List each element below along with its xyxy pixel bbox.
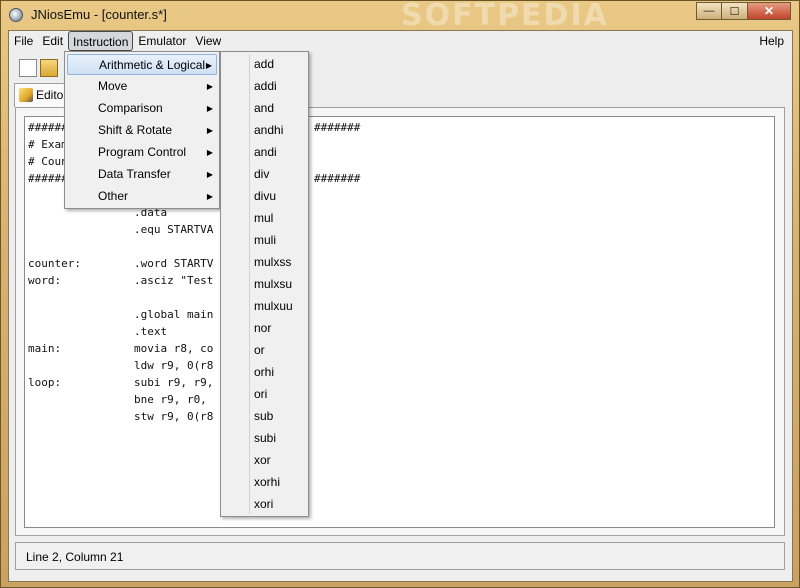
code-line: ####### — [314, 121, 361, 134]
instr-or[interactable]: or — [254, 339, 265, 361]
instr-xori[interactable]: xori — [254, 493, 273, 515]
menu-item-label: Shift & Rotate — [98, 123, 173, 137]
menu-item-data-transfer[interactable]: Data Transfer ▶ — [67, 164, 217, 185]
submenu-arrow-icon: ▶ — [206, 170, 213, 179]
code-line: ####### — [314, 172, 361, 185]
submenu-separator — [249, 54, 250, 514]
maximize-button[interactable]: ☐ — [722, 2, 747, 20]
code-line: stw r9, 0(r8 — [28, 410, 214, 423]
instr-add[interactable]: add — [254, 53, 274, 75]
submenu-arrow-icon: ▶ — [206, 82, 213, 91]
code-line: .text — [28, 325, 168, 338]
instr-divu[interactable]: divu — [254, 185, 276, 207]
submenu-arrow-icon: ▶ — [206, 104, 213, 113]
menu-file[interactable]: File — [10, 31, 37, 51]
instr-andhi[interactable]: andhi — [254, 119, 283, 141]
code-line: # Coun — [28, 155, 68, 168]
instr-sub[interactable]: sub — [254, 405, 273, 427]
code-line: main: movia r8, co — [28, 342, 214, 355]
instr-subi[interactable]: subi — [254, 427, 276, 449]
menu-item-label: Arithmetic & Logical — [99, 58, 206, 72]
menu-item-move[interactable]: Move ▶ — [67, 76, 217, 97]
submenu-arrow-icon: ▶ — [206, 148, 213, 157]
submenu-arrow-icon: ▶ — [206, 192, 213, 201]
code-line: word: .asciz "Test — [28, 274, 214, 287]
minimize-button[interactable]: — — [696, 2, 722, 20]
status-bar: Line 2, Column 21 — [15, 542, 785, 570]
menu-item-other[interactable]: Other ▶ — [67, 186, 217, 207]
close-icon: ✕ — [763, 4, 775, 18]
instr-div[interactable]: div — [254, 163, 269, 185]
menu-item-shift-rotate[interactable]: Shift & Rotate ▶ — [67, 120, 217, 141]
maximize-icon: ☐ — [729, 5, 740, 18]
code-line: counter: .word STARTV — [28, 257, 214, 270]
menu-item-label: Other — [98, 189, 129, 203]
instr-andi[interactable]: andi — [254, 141, 277, 163]
code-line: ###### — [28, 121, 68, 134]
instr-mulxss[interactable]: mulxss — [254, 251, 291, 273]
menu-item-label: Move — [98, 79, 128, 93]
menu-help[interactable]: Help — [755, 31, 788, 51]
menu-view[interactable]: View — [191, 31, 225, 51]
window-controls: — ☐ ✕ — [696, 2, 791, 20]
watermark: SOFTPEDIA — [401, 0, 609, 33]
code-line: ###### — [28, 172, 68, 185]
instr-ori[interactable]: ori — [254, 383, 267, 405]
instr-addi[interactable]: addi — [254, 75, 277, 97]
window-title: JNiosEmu - [counter.s*] — [31, 7, 167, 22]
menu-item-label: Program Control — [98, 145, 187, 159]
submenu-arrow-icon: ▶ — [205, 61, 212, 70]
menu-instruction[interactable]: Instruction — [68, 31, 134, 51]
app-icon — [9, 8, 23, 22]
instr-muli[interactable]: muli — [254, 229, 276, 251]
menu-item-label: Data Transfer — [98, 167, 171, 181]
code-line: .equ STARTVA — [28, 223, 214, 236]
instr-orhi[interactable]: orhi — [254, 361, 274, 383]
instr-nor[interactable]: nor — [254, 317, 271, 339]
close-button[interactable]: ✕ — [747, 2, 791, 20]
instr-and[interactable]: and — [254, 97, 274, 119]
tab-editor-label: Edito — [36, 88, 64, 102]
menu-item-label: Comparison — [98, 101, 163, 115]
code-line: # Exam — [28, 138, 68, 151]
code-line: loop: subi r9, r9, — [28, 376, 214, 389]
instr-xor[interactable]: xor — [254, 449, 271, 471]
menu-edit[interactable]: Edit — [38, 31, 67, 51]
pencil-icon — [19, 88, 33, 102]
title-bar: JNiosEmu - [counter.s*] SOFTPEDIA — ☐ ✕ — [1, 0, 799, 33]
status-text: Line 2, Column 21 — [26, 550, 124, 564]
instr-mulxuu[interactable]: mulxuu — [254, 295, 293, 317]
arithmetic-submenu: add addi and andhi andi div divu mul mul… — [220, 51, 309, 517]
menu-item-arithmetic-logical[interactable]: Arithmetic & Logical ▶ — [67, 54, 217, 75]
code-line: ldw r9, 0(r8 — [28, 359, 214, 372]
new-file-icon[interactable] — [19, 59, 37, 77]
code-line: bne r9, r0, — [28, 393, 207, 406]
minimize-icon: — — [703, 5, 715, 17]
instr-xorhi[interactable]: xorhi — [254, 471, 280, 493]
menu-emulator[interactable]: Emulator — [134, 31, 190, 51]
instruction-menu: Arithmetic & Logical ▶ Move ▶ Comparison… — [64, 51, 220, 209]
code-line: .global main — [28, 308, 214, 321]
instr-mul[interactable]: mul — [254, 207, 273, 229]
instr-mulxsu[interactable]: mulxsu — [254, 273, 292, 295]
open-folder-icon[interactable] — [40, 59, 58, 77]
menu-bar: File Edit Instruction Emulator View Help — [9, 31, 792, 51]
menu-item-comparison[interactable]: Comparison ▶ — [67, 98, 217, 119]
menu-item-program-control[interactable]: Program Control ▶ — [67, 142, 217, 163]
submenu-arrow-icon: ▶ — [206, 126, 213, 135]
